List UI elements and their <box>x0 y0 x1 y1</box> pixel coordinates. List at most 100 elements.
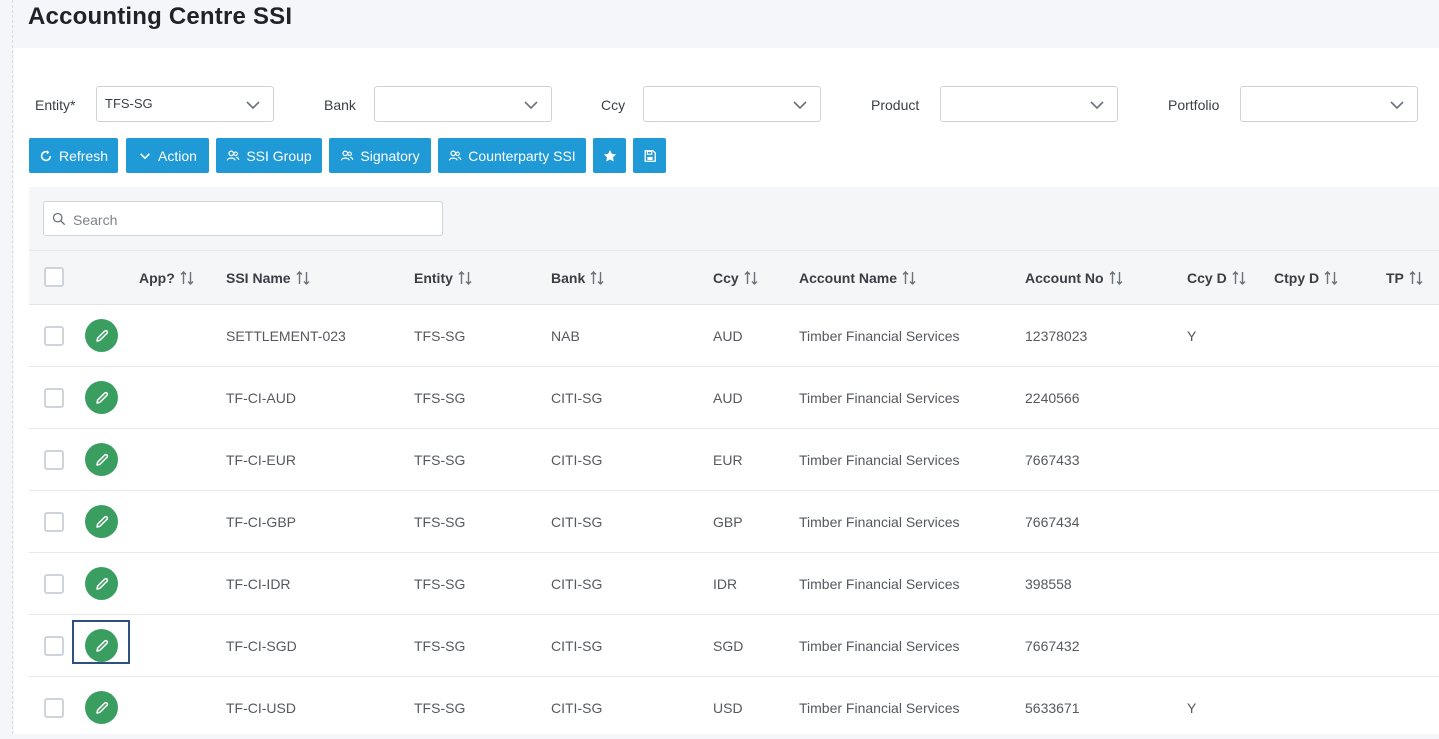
portfolio-filter-label: Portfolio <box>1168 97 1220 113</box>
action-button-label: Action <box>158 147 197 164</box>
cell-ccy: AUD <box>713 390 743 406</box>
cell-ccy-d: Y <box>1187 328 1197 344</box>
entity-select[interactable]: TFS-SG <box>96 86 274 122</box>
users-icon <box>448 149 462 161</box>
edit-button[interactable] <box>85 443 118 476</box>
cell-ccy: AUD <box>713 328 743 344</box>
cell-account-no: 12378023 <box>1025 328 1088 344</box>
search-input[interactable] <box>71 208 435 232</box>
row-checkbox[interactable] <box>44 450 64 470</box>
cell-account-name: Timber Financial Services <box>799 700 960 716</box>
table-row[interactable]: TF-CI-IDR TFS-SG CITI-SG IDR Timber Fina… <box>29 553 1439 615</box>
select-all-checkbox[interactable] <box>44 267 64 287</box>
edit-button[interactable] <box>85 629 118 662</box>
edit-button[interactable] <box>85 381 118 414</box>
pencil-icon <box>95 515 108 528</box>
cell-entity: TFS-SG <box>414 328 466 344</box>
bank-select[interactable] <box>374 86 552 122</box>
pencil-icon <box>95 639 108 652</box>
chevron-down-icon <box>793 101 807 110</box>
column-header-account-no[interactable]: Account No <box>1025 251 1124 306</box>
signatory-button-label: Signatory <box>360 147 420 164</box>
cell-entity: TFS-SG <box>414 576 466 592</box>
pencil-icon <box>95 453 108 466</box>
table-row[interactable]: TF-CI-AUD TFS-SG CITI-SG AUD Timber Fina… <box>29 367 1439 429</box>
search-box[interactable] <box>43 201 443 236</box>
edit-button[interactable] <box>85 567 118 600</box>
column-header-ctpy-d[interactable]: Ctpy D <box>1274 251 1339 306</box>
action-button[interactable]: Action <box>126 138 209 173</box>
cell-ccy-d: Y <box>1187 700 1197 716</box>
column-header-ssi-name[interactable]: SSI Name <box>226 251 311 306</box>
table-row[interactable]: TF-CI-EUR TFS-SG CITI-SG EUR Timber Fina… <box>29 429 1439 491</box>
sort-icon <box>1109 271 1123 285</box>
cell-account-no: 7667434 <box>1025 514 1080 530</box>
left-rail-divider <box>0 0 13 734</box>
edit-button[interactable] <box>85 319 118 352</box>
row-checkbox[interactable] <box>44 388 64 408</box>
column-header-ccy-d[interactable]: Ccy D <box>1187 251 1247 306</box>
cell-entity: TFS-SG <box>414 638 466 654</box>
cell-account-name: Timber Financial Services <box>799 452 960 468</box>
cell-ssi-name: TF-CI-AUD <box>226 390 296 406</box>
table-row[interactable]: SETTLEMENT-023 TFS-SG NAB AUD Timber Fin… <box>29 305 1439 367</box>
cell-entity: TFS-SG <box>414 700 466 716</box>
ccy-select[interactable] <box>643 86 821 122</box>
sort-icon <box>1232 271 1246 285</box>
pencil-icon <box>95 577 108 590</box>
cell-ccy: EUR <box>713 452 743 468</box>
cell-bank: CITI-SG <box>551 452 603 468</box>
edit-button[interactable] <box>85 505 118 538</box>
row-checkbox[interactable] <box>44 636 64 656</box>
column-header-account-name[interactable]: Account Name <box>799 251 917 306</box>
chevron-down-icon <box>246 101 260 110</box>
search-icon <box>52 212 66 226</box>
counterparty-ssi-button[interactable]: Counterparty SSI <box>438 138 586 173</box>
edit-button[interactable] <box>85 691 118 724</box>
cell-account-name: Timber Financial Services <box>799 390 960 406</box>
product-select[interactable] <box>940 86 1118 122</box>
cell-account-name: Timber Financial Services <box>799 576 960 592</box>
cell-bank: CITI-SG <box>551 638 603 654</box>
table-row[interactable]: TF-CI-USD TFS-SG CITI-SG USD Timber Fina… <box>29 677 1439 734</box>
pencil-icon <box>95 701 108 714</box>
chevron-down-icon <box>140 152 150 159</box>
pencil-icon <box>95 391 108 404</box>
column-header-bank[interactable]: Bank <box>551 251 605 306</box>
column-header-entity[interactable]: Entity <box>414 251 473 306</box>
column-header-label: Bank <box>551 270 586 286</box>
ssi-group-button[interactable]: SSI Group <box>216 138 322 173</box>
product-filter-label: Product <box>871 97 920 113</box>
cell-ccy: IDR <box>713 576 738 592</box>
favorite-button[interactable] <box>593 138 626 173</box>
entity-select-value: TFS-SG <box>105 96 153 111</box>
cell-ccy: USD <box>713 700 743 716</box>
signatory-button[interactable]: Signatory <box>329 138 431 173</box>
page-title: Accounting Centre SSI <box>28 3 293 30</box>
row-checkbox[interactable] <box>44 512 64 532</box>
table-row[interactable]: TF-CI-GBP TFS-SG CITI-SG GBP Timber Fina… <box>29 491 1439 553</box>
table-row[interactable]: TF-CI-SGD TFS-SG CITI-SG SGD Timber Fina… <box>29 615 1439 677</box>
chevron-down-icon <box>524 101 538 110</box>
entity-filter-label: Entity* <box>35 97 76 113</box>
refresh-button[interactable]: Refresh <box>29 138 118 173</box>
row-checkbox[interactable] <box>44 326 64 346</box>
row-checkbox[interactable] <box>44 698 64 718</box>
cell-ssi-name: TF-CI-IDR <box>226 576 291 592</box>
row-checkbox[interactable] <box>44 574 64 594</box>
cell-ccy: GBP <box>713 514 743 530</box>
cell-entity: TFS-SG <box>414 514 466 530</box>
column-header-ccy[interactable]: Ccy <box>713 251 759 306</box>
ssi-group-button-label: SSI Group <box>246 147 312 164</box>
column-header-app[interactable]: App? <box>139 251 195 306</box>
cell-account-no: 398558 <box>1025 576 1072 592</box>
save-button[interactable] <box>633 138 666 173</box>
cell-account-no: 7667433 <box>1025 452 1080 468</box>
cell-ssi-name: TF-CI-USD <box>226 700 296 716</box>
chevron-down-icon <box>1090 101 1104 110</box>
sort-icon <box>458 271 472 285</box>
sort-icon <box>1324 271 1338 285</box>
refresh-button-label: Refresh <box>58 147 109 164</box>
portfolio-select[interactable] <box>1240 86 1418 122</box>
column-header-tp[interactable]: TP <box>1386 251 1424 306</box>
